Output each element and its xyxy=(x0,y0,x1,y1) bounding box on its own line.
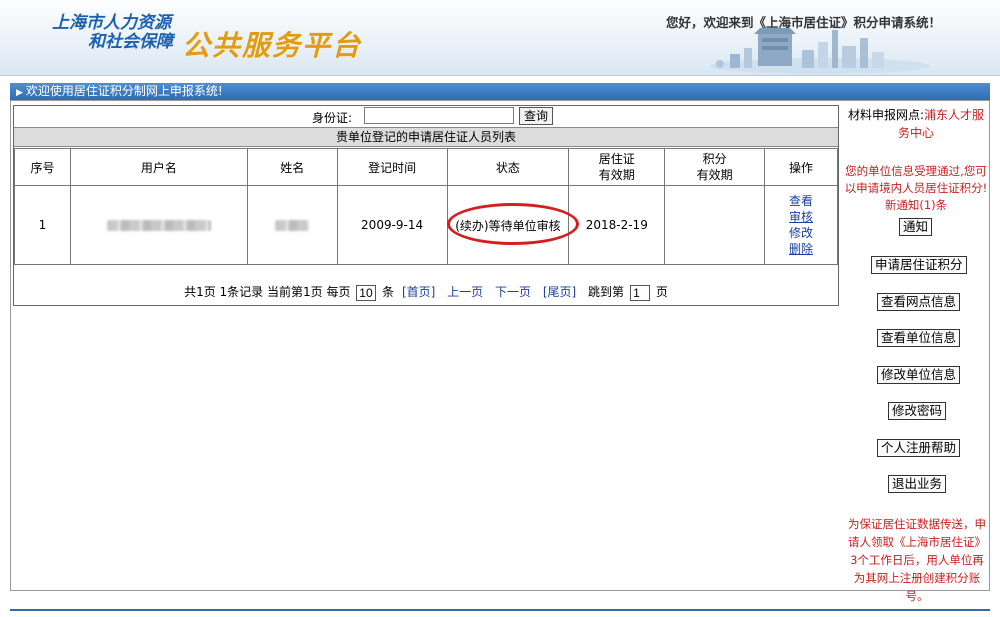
col-header-status: 状态 xyxy=(446,148,570,186)
jump-page-unit: 页 xyxy=(655,285,668,299)
col-header-name: 姓名 xyxy=(246,148,338,186)
col-header-reg-date: 登记时间 xyxy=(336,148,448,186)
list-title: 贵单位登记的申请居住证人员列表 xyxy=(14,127,838,147)
apply-points-button[interactable]: 申请居住证积分 xyxy=(871,256,967,274)
logo-text-small: 上海市人力资源 和社会保障 xyxy=(52,14,173,52)
col-header-ops: 操作 xyxy=(764,148,838,186)
first-page-link[interactable]: [首页] xyxy=(402,285,435,299)
cell-reg-date: 2009-9-14 xyxy=(336,185,448,265)
jump-page-input[interactable] xyxy=(630,284,651,301)
col-header-points-l2: 有效期 xyxy=(696,168,733,182)
view-link[interactable]: 查看 xyxy=(765,193,837,209)
redacted-username xyxy=(106,220,211,231)
status-wrapper: (续办)等待单位审核 xyxy=(447,202,580,245)
edit-link[interactable]: 修改 xyxy=(765,225,837,241)
redacted-name xyxy=(275,220,310,231)
view-service-point-button[interactable]: 查看网点信息 xyxy=(877,293,961,311)
col-header-residence-valid: 居住证 有效期 xyxy=(568,148,666,186)
table-row: 1 2009-9-14 (续办)等待单位审核 2018-2-19 查看 审核 修… xyxy=(14,185,838,265)
edit-company-info-button[interactable]: 修改单位信息 xyxy=(877,366,961,384)
logo-line-1: 上海市人力资源 xyxy=(52,13,171,33)
approval-notice: 您的单位信息受理通过,您可以申请境内人员居住证积分! 新通知(1)条 xyxy=(843,163,989,214)
notice-button[interactable]: 通知 xyxy=(899,218,933,236)
pager-summary: 共1页 1条记录 当前第1页 每页 xyxy=(184,285,351,299)
cell-residence-valid: 2018-2-19 xyxy=(568,185,666,265)
new-notice-count: 新通知(1)条 xyxy=(884,198,948,212)
applicant-list-panel: 身份证: 查询 贵单位登记的申请居住证人员列表 序号 用户名 姓名 登记时间 状… xyxy=(13,105,839,306)
side-panel: 材料申报网点:浦东人才服务中心 您的单位信息受理通过,您可以申请境内人员居住证积… xyxy=(843,101,989,603)
table-header-row: 序号 用户名 姓名 登记时间 状态 居住证 有效期 积分 有效期 操作 xyxy=(14,148,838,186)
approval-text: 您的单位信息受理通过,您可以申请境内人员居住证积分! xyxy=(844,164,988,195)
pager-unit: 条 xyxy=(382,285,395,299)
cell-username-redacted xyxy=(69,185,248,265)
content-frame: 身份证: 查询 贵单位登记的申请居住证人员列表 序号 用户名 姓名 登记时间 状… xyxy=(10,100,990,603)
site-header: 上海市人力资源 和社会保障 公共服务平台 您好，欢迎来到《上海市居住证》积分申请… xyxy=(0,0,1000,76)
id-card-input[interactable] xyxy=(364,107,514,124)
banner-text: 欢迎使用居住证积分制网上申报系统! xyxy=(25,84,223,98)
review-link[interactable]: 审核 xyxy=(765,209,837,225)
footer-divider xyxy=(10,609,990,611)
city-skyline-icon xyxy=(710,28,930,74)
cell-status: (续办)等待单位审核 xyxy=(446,185,580,265)
register-help-button[interactable]: 个人注册帮助 xyxy=(877,439,961,457)
col-header-points-valid: 积分 有效期 xyxy=(664,148,766,186)
change-password-button[interactable]: 修改密码 xyxy=(888,402,947,420)
col-header-residence-l2: 有效期 xyxy=(598,168,635,182)
logo-line-2: 和社会保障 xyxy=(88,32,173,52)
view-company-info-button[interactable]: 查看单位信息 xyxy=(877,329,961,347)
logout-button[interactable]: 退出业务 xyxy=(888,475,947,493)
next-page-link[interactable]: 下一页 xyxy=(495,285,531,299)
logo-text-big: 公共服务平台 xyxy=(182,29,363,62)
pagination: 共1页 1条记录 当前第1页 每页 条 [首页] 上一页 下一页 [尾页] 跳到… xyxy=(14,283,838,301)
col-header-username: 用户名 xyxy=(69,148,248,186)
col-header-index: 序号 xyxy=(14,148,71,186)
search-button[interactable]: 查询 xyxy=(519,107,553,125)
last-page-link[interactable]: [尾页] xyxy=(543,285,576,299)
cell-ops: 查看 审核 修改 删除 xyxy=(764,185,838,265)
site-logo: 上海市人力资源 和社会保障 公共服务平台 xyxy=(52,14,360,63)
jump-label: 跳到第 xyxy=(588,285,625,299)
delete-link[interactable]: 删除 xyxy=(765,241,837,257)
col-header-residence-l1: 居住证 xyxy=(598,152,635,166)
per-page-input[interactable] xyxy=(356,284,377,301)
triangle-right-icon: ▶ xyxy=(16,88,23,98)
highlight-circle xyxy=(447,202,580,245)
cell-points-valid xyxy=(664,185,766,265)
welcome-banner: ▶ 欢迎使用居住证积分制网上申报系统! xyxy=(10,83,990,100)
search-bar: 身份证: 查询 xyxy=(14,106,840,126)
col-header-points-l1: 积分 xyxy=(702,152,727,166)
cell-name-redacted xyxy=(246,185,338,265)
data-transfer-note: 为保证居住证数据传送，申请人领取《上海市居住证》3个工作日后，用人单位再为其网上… xyxy=(848,517,986,603)
prev-page-link[interactable]: 上一页 xyxy=(447,285,483,299)
id-card-label: 身份证: xyxy=(312,111,353,125)
cell-index: 1 xyxy=(14,185,71,265)
service-point-info: 材料申报网点:浦东人才服务中心 xyxy=(845,106,987,142)
service-point-label: 材料申报网点: xyxy=(847,108,925,122)
applicant-table: 序号 用户名 姓名 登记时间 状态 居住证 有效期 积分 有效期 操作 1 20… xyxy=(14,148,838,265)
